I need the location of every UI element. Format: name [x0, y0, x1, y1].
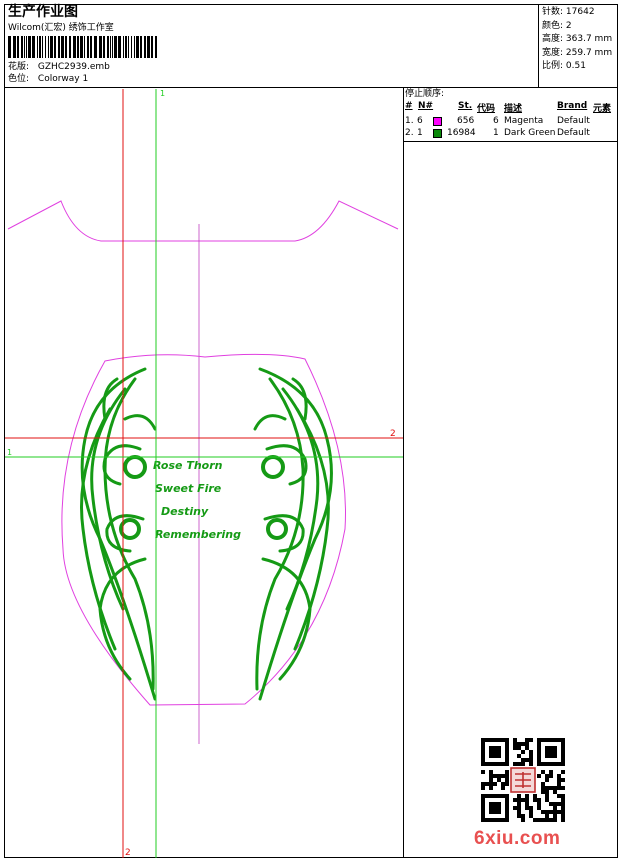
stop-sequence-title: 停止顺序:	[405, 89, 445, 99]
color-swatch-dark-green	[433, 129, 442, 138]
table-row: 1. 6 656 6 Magenta Default	[405, 116, 590, 126]
stat-width: 宽度: 259.7 mm	[542, 47, 613, 58]
col-desc: 描述	[504, 104, 523, 114]
col-brand: Brand	[557, 101, 588, 111]
stats-divider	[538, 4, 539, 88]
col-num: #	[405, 101, 413, 111]
colorway-label: 色位:	[8, 74, 30, 84]
embroidery-line: Destiny	[161, 505, 209, 518]
stats-panel: 针数: 17642 颜色: 2 高度: 363.7 mm 宽度: 259.7 m…	[542, 6, 612, 74]
colorway-value: Colorway 1	[37, 74, 89, 84]
design-row: 花版: GZHC2939.emb	[8, 62, 110, 73]
design-canvas: Rose Thorn Sweet Fire Destiny Rememberin…	[5, 89, 403, 858]
shirt-outline	[7, 200, 399, 242]
stop-sequence-header: # N# St. 代码 描述 Brand 元素	[405, 101, 617, 114]
page-title: 生产作业图	[8, 4, 78, 20]
table-bottom-rule	[403, 141, 618, 142]
embroidery-text: Rose Thorn Sweet Fire Destiny Rememberin…	[153, 459, 241, 541]
embroidery-line: Sweet Fire	[155, 482, 222, 495]
table-row: 2. 1 16984 1 Dark Green Default	[405, 128, 590, 138]
red-marker-bottom: 2	[125, 848, 131, 858]
stat-colors: 颜色: 2	[542, 20, 572, 31]
qr-code	[481, 738, 565, 822]
color-swatch-magenta	[433, 117, 442, 126]
watermark: 6xiu.com	[474, 828, 561, 849]
stat-scale: 比例: 0.51	[542, 61, 586, 71]
green-marker-top: 1	[160, 89, 165, 98]
design-label: 花版:	[8, 62, 30, 72]
green-marker-left: 1	[7, 448, 12, 457]
embroidery-line: Rose Thorn	[153, 459, 223, 472]
colorway-row: 色位: Colorway 1	[8, 74, 88, 85]
stat-stitches: 针数: 17642	[542, 7, 595, 17]
col-code: 代码	[477, 104, 496, 114]
col-stitches: St.	[458, 101, 473, 111]
design-file: GZHC2939.emb	[37, 62, 110, 72]
col-needle: N#	[418, 101, 434, 111]
barcode	[8, 36, 157, 58]
company-name: Wilcom(汇宏) 绣饰工作室	[8, 23, 114, 33]
stat-height: 高度: 363.7 mm	[542, 34, 613, 44]
embroidery-line: Remembering	[155, 528, 241, 541]
main-divider	[403, 88, 404, 858]
col-element: 元素	[593, 104, 612, 114]
red-marker-right: 2	[390, 429, 396, 439]
